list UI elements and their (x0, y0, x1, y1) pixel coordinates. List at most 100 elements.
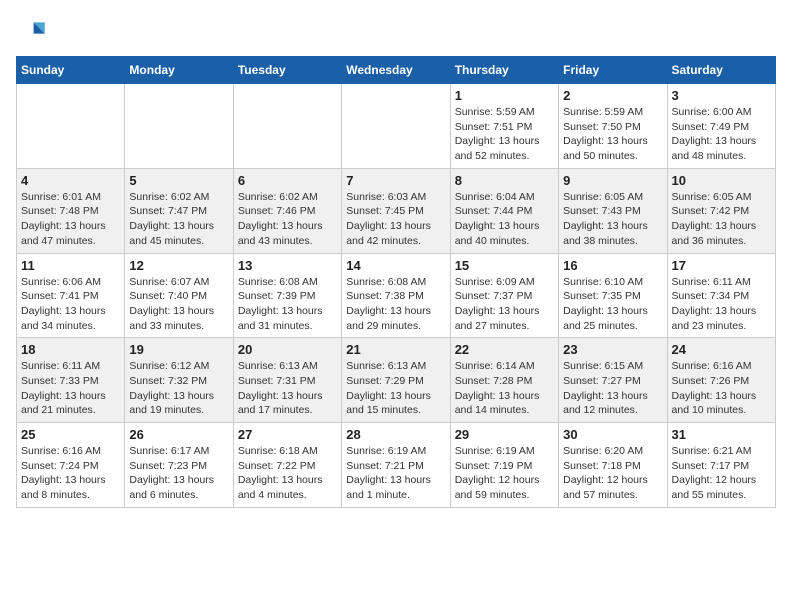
day-info: Sunrise: 6:07 AM Sunset: 7:40 PM Dayligh… (129, 275, 228, 334)
calendar-cell: 12 Sunrise: 6:07 AM Sunset: 7:40 PM Dayli… (125, 253, 233, 338)
calendar-cell: 20Sunrise: 6:13 AM Sunset: 7:31 PM Dayli… (233, 338, 341, 423)
calendar-cell: 29 Sunrise: 6:19 AM Sunset: 7:19 PM Dayli… (450, 423, 558, 508)
day-info: Sunrise: 6:01 AM Sunset: 7:48 PM Dayligh… (21, 190, 120, 249)
day-info: Sunrise: 6:08 AM Sunset: 7:38 PM Dayligh… (346, 275, 445, 334)
day-number: 23 (563, 342, 662, 357)
day-number: 5 (129, 173, 228, 188)
day-number: 19 (129, 342, 228, 357)
calendar-cell: 8 Sunrise: 6:04 AM Sunset: 7:44 PM Daylig… (450, 168, 558, 253)
calendar-cell (17, 84, 125, 169)
day-number: 14 (346, 258, 445, 273)
calendar-cell: 2Sunrise: 5:59 AM Sunset: 7:50 PM Daylig… (559, 84, 667, 169)
day-number: 25 (21, 427, 120, 442)
day-number: 4 (21, 173, 120, 188)
day-info: Sunrise: 6:13 AM Sunset: 7:31 PM Dayligh… (238, 359, 337, 418)
day-number: 3 (672, 88, 771, 103)
calendar-cell: 17 Sunrise: 6:11 AM Sunset: 7:34 PM Dayli… (667, 253, 775, 338)
day-info: Sunrise: 6:19 AM Sunset: 7:19 PM Dayligh… (455, 444, 554, 503)
day-info: Sunrise: 6:04 AM Sunset: 7:44 PM Dayligh… (455, 190, 554, 249)
header-saturday: Saturday (667, 57, 775, 84)
day-number: 22 (455, 342, 554, 357)
calendar-cell (342, 84, 450, 169)
day-number: 27 (238, 427, 337, 442)
calendar-cell: 14 Sunrise: 6:08 AM Sunset: 7:38 PM Dayli… (342, 253, 450, 338)
header-thursday: Thursday (450, 57, 558, 84)
day-info: Sunrise: 6:00 AM Sunset: 7:49 PM Dayligh… (672, 105, 771, 164)
calendar-week-1: 1 Sunrise: 5:59 AM Sunset: 7:51 PM Daylig… (17, 84, 776, 169)
day-number: 16 (563, 258, 662, 273)
day-number: 7 (346, 173, 445, 188)
day-number: 29 (455, 427, 554, 442)
calendar-cell: 27 Sunrise: 6:18 AM Sunset: 7:22 PM Dayli… (233, 423, 341, 508)
calendar-cell: 21 Sunrise: 6:13 AM Sunset: 7:29 PM Dayli… (342, 338, 450, 423)
calendar-cell: 18Sunrise: 6:11 AM Sunset: 7:33 PM Dayli… (17, 338, 125, 423)
calendar-week-5: 25 Sunrise: 6:16 AM Sunset: 7:24 PM Dayli… (17, 423, 776, 508)
calendar-cell: 25 Sunrise: 6:16 AM Sunset: 7:24 PM Dayli… (17, 423, 125, 508)
header-monday: Monday (125, 57, 233, 84)
day-info: Sunrise: 6:10 AM Sunset: 7:35 PM Dayligh… (563, 275, 662, 334)
calendar-header-row: SundayMondayTuesdayWednesdayThursdayFrid… (17, 57, 776, 84)
calendar-table: SundayMondayTuesdayWednesdayThursdayFrid… (16, 56, 776, 508)
header-friday: Friday (559, 57, 667, 84)
page-header (16, 16, 776, 48)
calendar-cell: 10 Sunrise: 6:05 AM Sunset: 7:42 PM Dayli… (667, 168, 775, 253)
day-info: Sunrise: 6:21 AM Sunset: 7:17 PM Dayligh… (672, 444, 771, 503)
day-number: 21 (346, 342, 445, 357)
calendar-cell: 15 Sunrise: 6:09 AM Sunset: 7:37 PM Dayli… (450, 253, 558, 338)
calendar-cell: 9 Sunrise: 6:05 AM Sunset: 7:43 PM Daylig… (559, 168, 667, 253)
day-number: 15 (455, 258, 554, 273)
header-tuesday: Tuesday (233, 57, 341, 84)
day-number: 12 (129, 258, 228, 273)
day-number: 24 (672, 342, 771, 357)
day-info: Sunrise: 6:05 AM Sunset: 7:43 PM Dayligh… (563, 190, 662, 249)
calendar-cell: 11Sunrise: 6:06 AM Sunset: 7:41 PM Dayli… (17, 253, 125, 338)
day-number: 17 (672, 258, 771, 273)
day-info: Sunrise: 6:02 AM Sunset: 7:47 PM Dayligh… (129, 190, 228, 249)
header-wednesday: Wednesday (342, 57, 450, 84)
day-number: 1 (455, 88, 554, 103)
day-info: Sunrise: 6:17 AM Sunset: 7:23 PM Dayligh… (129, 444, 228, 503)
calendar-cell: 19 Sunrise: 6:12 AM Sunset: 7:32 PM Dayli… (125, 338, 233, 423)
day-info: Sunrise: 6:18 AM Sunset: 7:22 PM Dayligh… (238, 444, 337, 503)
day-info: Sunrise: 6:02 AM Sunset: 7:46 PM Dayligh… (238, 190, 337, 249)
calendar-cell: 30Sunrise: 6:20 AM Sunset: 7:18 PM Dayli… (559, 423, 667, 508)
day-info: Sunrise: 6:09 AM Sunset: 7:37 PM Dayligh… (455, 275, 554, 334)
day-info: Sunrise: 6:13 AM Sunset: 7:29 PM Dayligh… (346, 359, 445, 418)
day-info: Sunrise: 6:16 AM Sunset: 7:24 PM Dayligh… (21, 444, 120, 503)
day-number: 28 (346, 427, 445, 442)
calendar-cell: 1 Sunrise: 5:59 AM Sunset: 7:51 PM Daylig… (450, 84, 558, 169)
day-info: Sunrise: 6:20 AM Sunset: 7:18 PM Dayligh… (563, 444, 662, 503)
day-info: Sunrise: 6:14 AM Sunset: 7:28 PM Dayligh… (455, 359, 554, 418)
header-sunday: Sunday (17, 57, 125, 84)
day-info: Sunrise: 6:08 AM Sunset: 7:39 PM Dayligh… (238, 275, 337, 334)
calendar-week-3: 11Sunrise: 6:06 AM Sunset: 7:41 PM Dayli… (17, 253, 776, 338)
day-info: Sunrise: 6:03 AM Sunset: 7:45 PM Dayligh… (346, 190, 445, 249)
calendar-cell (233, 84, 341, 169)
day-info: Sunrise: 6:05 AM Sunset: 7:42 PM Dayligh… (672, 190, 771, 249)
day-number: 11 (21, 258, 120, 273)
calendar-cell: 23 Sunrise: 6:15 AM Sunset: 7:27 PM Dayli… (559, 338, 667, 423)
day-number: 2 (563, 88, 662, 103)
day-info: Sunrise: 5:59 AM Sunset: 7:51 PM Dayligh… (455, 105, 554, 164)
day-info: Sunrise: 6:15 AM Sunset: 7:27 PM Dayligh… (563, 359, 662, 418)
logo-icon (16, 16, 48, 48)
day-number: 26 (129, 427, 228, 442)
calendar-cell: 7 Sunrise: 6:03 AM Sunset: 7:45 PM Daylig… (342, 168, 450, 253)
calendar-cell: 5 Sunrise: 6:02 AM Sunset: 7:47 PM Daylig… (125, 168, 233, 253)
day-info: Sunrise: 6:19 AM Sunset: 7:21 PM Dayligh… (346, 444, 445, 503)
calendar-cell: 16 Sunrise: 6:10 AM Sunset: 7:35 PM Dayli… (559, 253, 667, 338)
day-number: 13 (238, 258, 337, 273)
calendar-cell: 6Sunrise: 6:02 AM Sunset: 7:46 PM Daylig… (233, 168, 341, 253)
day-number: 9 (563, 173, 662, 188)
calendar-cell: 22 Sunrise: 6:14 AM Sunset: 7:28 PM Dayli… (450, 338, 558, 423)
calendar-cell: 24Sunrise: 6:16 AM Sunset: 7:26 PM Dayli… (667, 338, 775, 423)
calendar-week-2: 4 Sunrise: 6:01 AM Sunset: 7:48 PM Daylig… (17, 168, 776, 253)
day-info: Sunrise: 6:12 AM Sunset: 7:32 PM Dayligh… (129, 359, 228, 418)
day-info: Sunrise: 6:11 AM Sunset: 7:33 PM Dayligh… (21, 359, 120, 418)
day-number: 10 (672, 173, 771, 188)
calendar-cell: 13 Sunrise: 6:08 AM Sunset: 7:39 PM Dayli… (233, 253, 341, 338)
day-number: 8 (455, 173, 554, 188)
day-info: Sunrise: 6:11 AM Sunset: 7:34 PM Dayligh… (672, 275, 771, 334)
calendar-week-4: 18Sunrise: 6:11 AM Sunset: 7:33 PM Dayli… (17, 338, 776, 423)
calendar-cell (125, 84, 233, 169)
